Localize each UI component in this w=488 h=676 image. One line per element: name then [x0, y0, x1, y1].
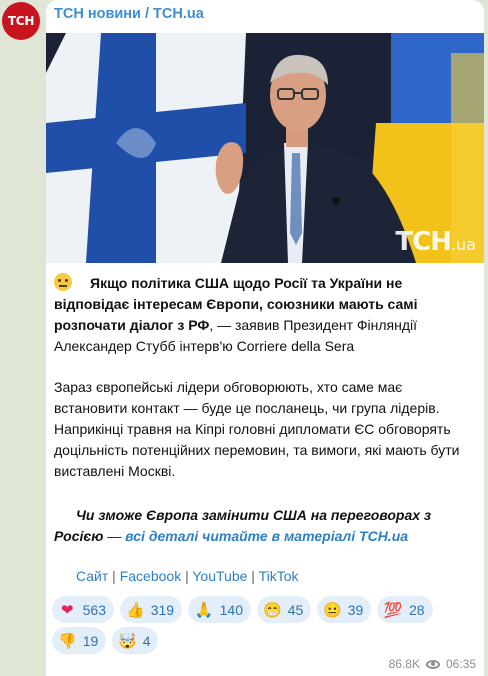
link-separator: |	[108, 568, 120, 584]
channel-name[interactable]: ТСН новини / TCH.ua	[54, 6, 204, 22]
link-facebook[interactable]: Facebook	[120, 568, 181, 584]
reaction-grin[interactable]: 😁 45	[257, 596, 311, 623]
reaction-thumbs-up[interactable]: 👍 319	[120, 596, 182, 623]
post-paragraph-2: Зараз європейські лідери обговорюють, хт…	[54, 379, 460, 479]
post-photo[interactable]: TCH.ua	[46, 33, 484, 263]
reaction-count: 140	[219, 601, 243, 618]
reaction-count: 28	[409, 601, 425, 618]
reaction-pray[interactable]: 🙏 140	[188, 596, 251, 623]
link-youtube[interactable]: YouTube	[192, 568, 247, 584]
dash-separator: —	[103, 528, 126, 544]
link-separator: |	[247, 568, 259, 584]
grin-icon: 😁	[263, 601, 282, 619]
neutral-face-icon: 😐	[323, 601, 342, 619]
pray-icon: 🙏	[194, 601, 214, 619]
view-count: 86.8K	[388, 657, 420, 671]
post-paragraph-3: Чи зможе Європа замінити США на перегово…	[54, 505, 478, 547]
neutral-face-icon	[54, 273, 72, 291]
eye-icon	[425, 659, 440, 669]
link-tiktok[interactable]: TikTok	[259, 568, 299, 584]
reaction-thumbs-down[interactable]: 👎 19	[52, 627, 106, 654]
hundred-icon: 💯	[383, 601, 403, 619]
thumbs-down-icon: 👎	[58, 632, 77, 650]
link-site[interactable]: Сайт	[76, 568, 108, 584]
reaction-count: 563	[82, 601, 106, 618]
reaction-mind-blown[interactable]: 🤯 4	[112, 627, 158, 654]
message-bubble: ТСН новини / TCH.ua TCH.ua Якщо політика…	[46, 0, 484, 676]
reaction-heart[interactable]: ❤ 563	[52, 596, 114, 623]
heart-icon: ❤	[61, 601, 74, 619]
article-link[interactable]: всі деталі читайте в матеріалі TCH.ua	[125, 528, 408, 544]
reaction-neutral[interactable]: 😐 39	[317, 596, 371, 623]
mind-blown-icon: 🤯	[118, 632, 137, 650]
thumbs-up-icon: 👍	[126, 601, 145, 619]
reaction-count: 4	[142, 632, 151, 649]
photo-watermark: TCH.ua	[395, 227, 476, 257]
reaction-hundred[interactable]: 💯 28	[377, 596, 433, 623]
reaction-count: 45	[287, 601, 304, 618]
reaction-count: 319	[150, 601, 175, 618]
link-separator: |	[181, 568, 193, 584]
post-paragraph-1: Якщо політика США щодо Росії та України …	[54, 273, 478, 357]
reaction-count: 19	[82, 632, 99, 649]
reaction-count: 39	[347, 601, 364, 618]
message-meta: 86.8K 06:35	[389, 657, 476, 671]
channel-avatar[interactable]: ТСН	[2, 2, 40, 40]
post-time: 06:35	[445, 657, 476, 671]
social-links: Сайт | Facebook | YouTube | TikTok	[76, 568, 299, 584]
